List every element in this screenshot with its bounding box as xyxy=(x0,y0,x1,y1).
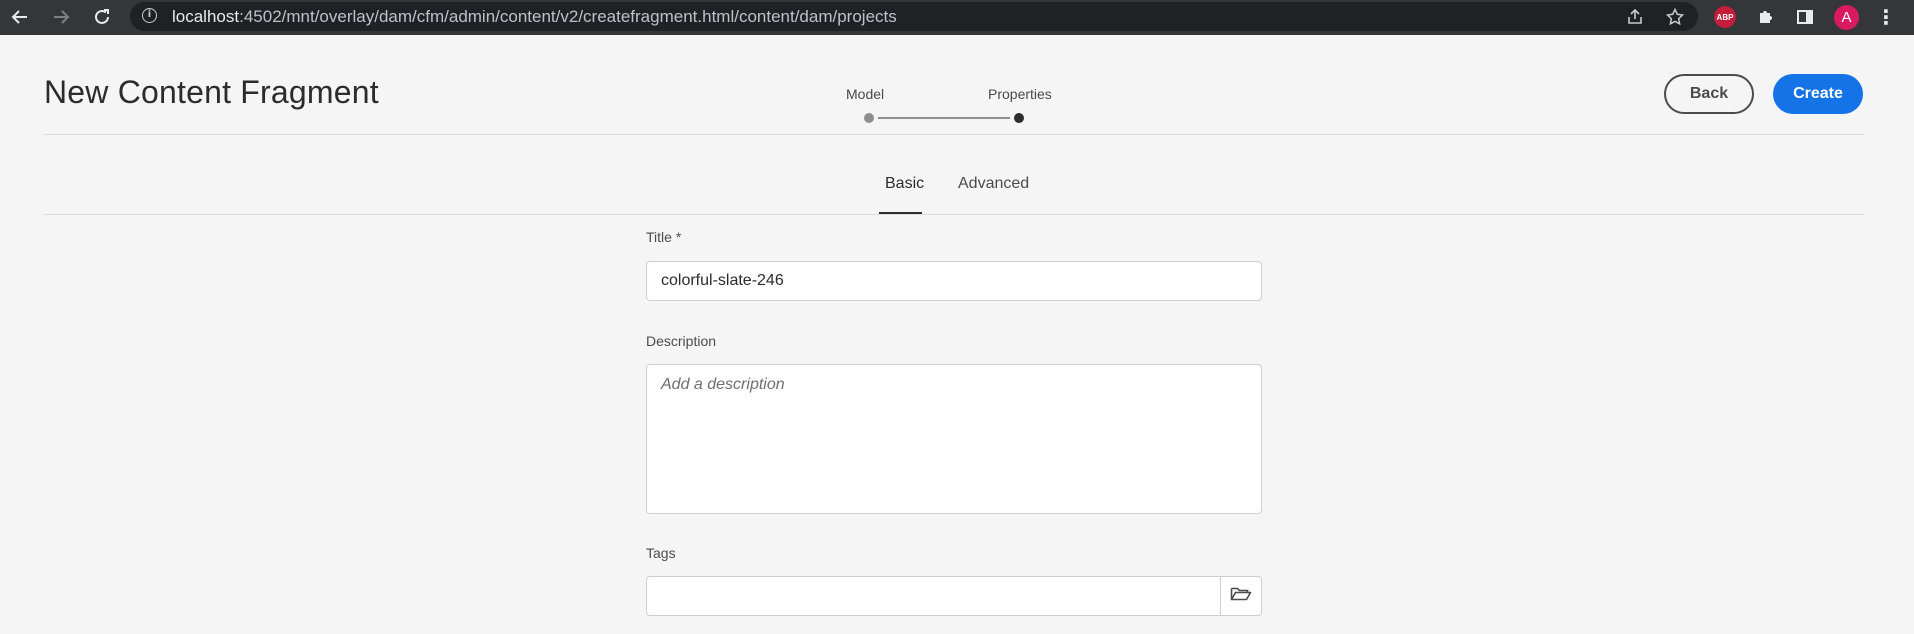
step-label-properties: Properties xyxy=(988,86,1052,102)
tags-label: Tags xyxy=(646,545,676,561)
step-connector xyxy=(878,117,1010,119)
page-title: New Content Fragment xyxy=(44,74,379,110)
tab-basic[interactable]: Basic xyxy=(885,175,924,193)
url-text[interactable]: localhost:4502/mnt/overlay/dam/cfm/admin… xyxy=(172,7,897,27)
step-dot-model[interactable] xyxy=(864,113,874,123)
step-dot-properties xyxy=(1014,113,1024,123)
browser-menu-icon[interactable]: ⋮ xyxy=(1876,4,1896,30)
tabs-divider xyxy=(44,214,1864,215)
wizard-stepper: Model Properties xyxy=(846,86,1056,126)
profile-avatar[interactable]: A xyxy=(1834,5,1859,30)
tab-advanced[interactable]: Advanced xyxy=(958,175,1029,193)
share-icon[interactable] xyxy=(1624,6,1646,28)
site-info-icon[interactable]: i xyxy=(142,8,157,23)
description-textarea[interactable] xyxy=(646,364,1262,514)
reload-icon[interactable] xyxy=(89,4,115,30)
tags-input[interactable] xyxy=(647,577,1249,615)
step-label-model: Model xyxy=(846,86,885,102)
side-panel-icon[interactable] xyxy=(1793,5,1817,29)
address-bar[interactable]: i localhost:4502/mnt/overlay/dam/cfm/adm… xyxy=(130,2,1698,31)
browser-toolbar: i localhost:4502/mnt/overlay/dam/cfm/adm… xyxy=(0,0,1914,35)
create-button[interactable]: Create xyxy=(1773,74,1863,114)
forward-arrow-icon[interactable] xyxy=(48,4,74,30)
title-input[interactable] xyxy=(646,261,1262,301)
title-label: Title * xyxy=(646,229,682,245)
extensions-puzzle-icon[interactable] xyxy=(1754,5,1778,29)
header-divider xyxy=(44,134,1864,135)
back-button[interactable]: Back xyxy=(1664,74,1754,114)
adblock-extension-icon[interactable]: ABP xyxy=(1714,6,1736,28)
tags-field xyxy=(646,576,1262,616)
bookmark-star-icon[interactable] xyxy=(1664,6,1686,28)
folder-open-icon xyxy=(1230,585,1252,608)
tags-picker-button[interactable] xyxy=(1220,577,1261,615)
back-arrow-icon[interactable] xyxy=(7,4,33,30)
description-label: Description xyxy=(646,333,717,349)
